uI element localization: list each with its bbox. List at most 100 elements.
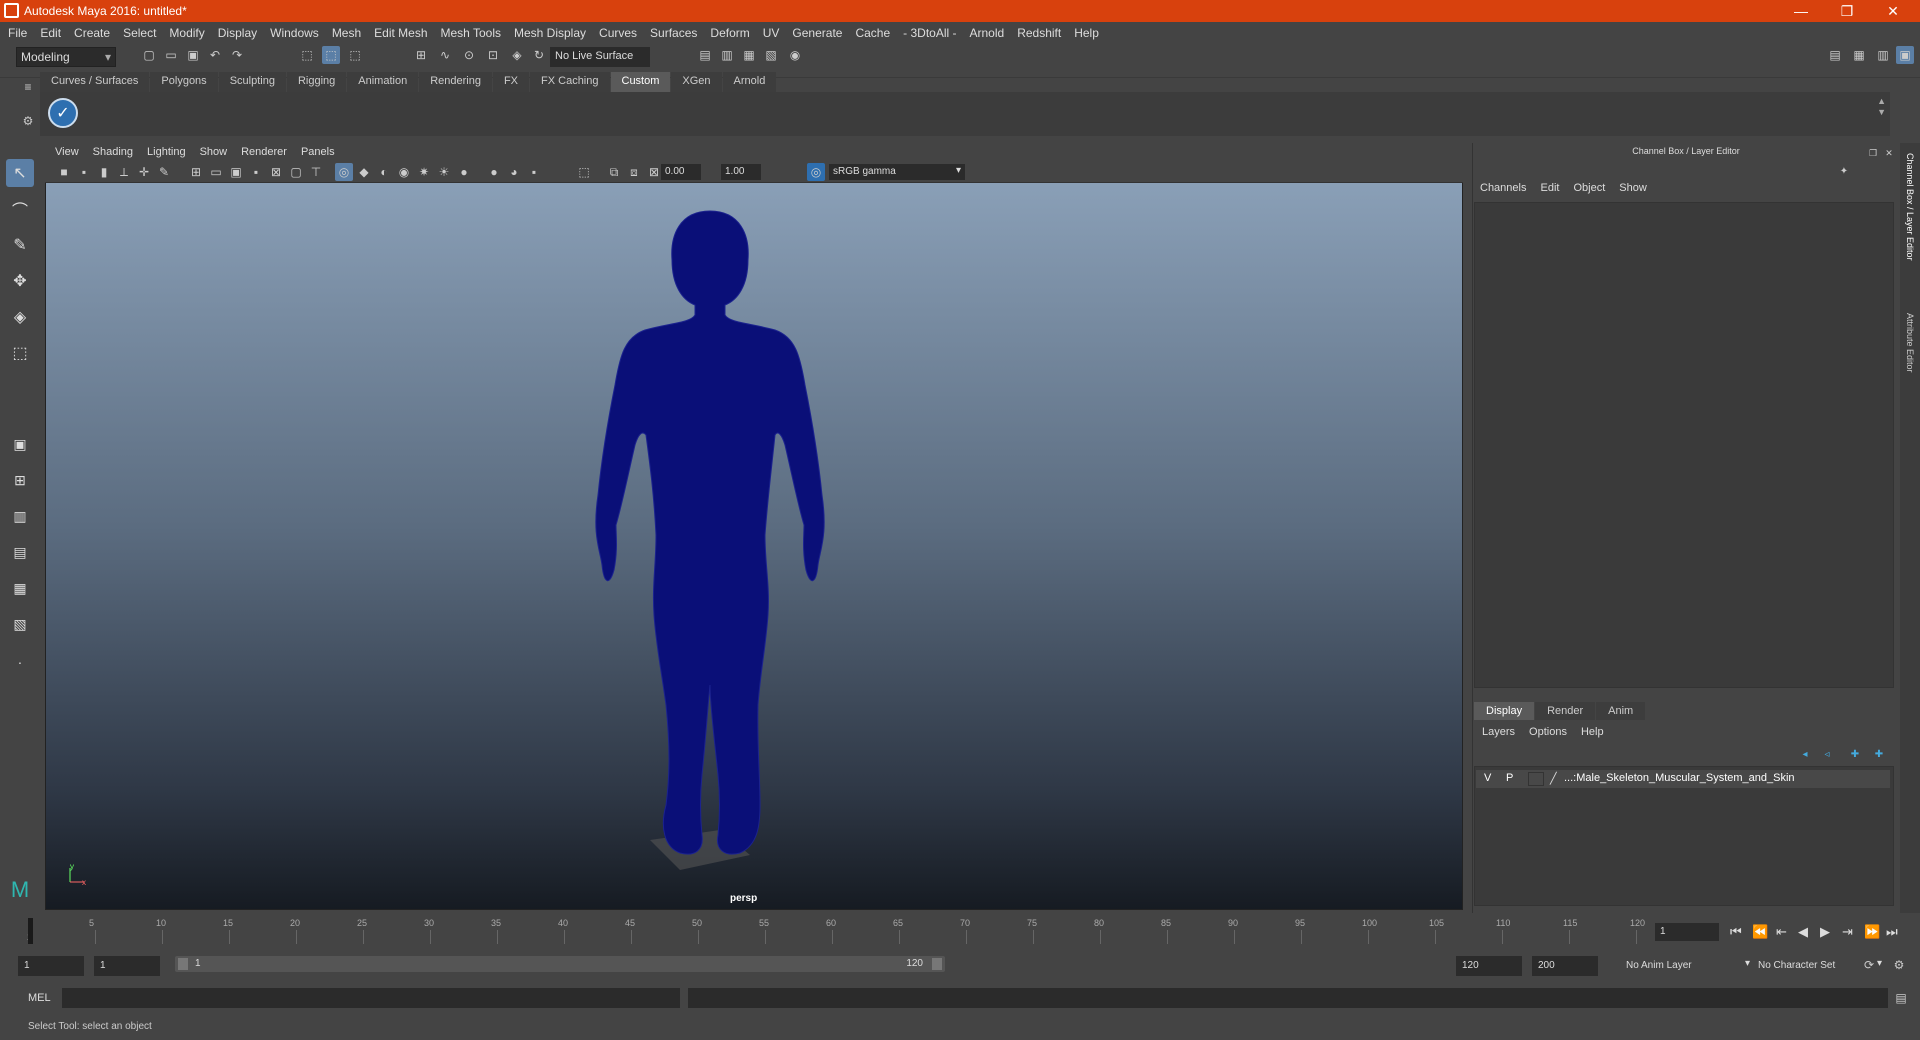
more-layouts-icon[interactable]: ·	[6, 648, 34, 676]
grid-icon[interactable]: ⊞	[187, 163, 205, 181]
menu-cache[interactable]: Cache	[855, 26, 890, 40]
snap-point-icon[interactable]: ⊙	[460, 46, 478, 64]
gate-mask-icon[interactable]: ▪	[247, 163, 265, 181]
color-space-select[interactable]: sRGB gamma ▾	[829, 164, 965, 180]
tab-curves-surfaces[interactable]: Curves / Surfaces	[40, 72, 150, 92]
cb-menu-channels[interactable]: Channels	[1480, 182, 1526, 200]
layer-color-swatch[interactable]: ╱	[1550, 772, 1557, 785]
playback-end-field[interactable]: 120	[1456, 956, 1522, 976]
range-handle-left[interactable]	[178, 958, 188, 970]
xray-icon[interactable]: ⧉	[605, 163, 623, 181]
range-slider[interactable]: 1 120	[175, 956, 945, 972]
hypershade-icon[interactable]: ▧	[762, 46, 780, 64]
render-icon[interactable]: ▤	[696, 46, 714, 64]
menu-file[interactable]: File	[8, 26, 27, 40]
range-handle-right[interactable]	[932, 958, 942, 970]
grease-pencil-icon[interactable]: ✎	[155, 163, 173, 181]
script-editor-icon[interactable]: ▤	[1892, 989, 1910, 1007]
menu-edit[interactable]: Edit	[40, 26, 61, 40]
cb-menu-show[interactable]: Show	[1619, 182, 1647, 200]
tab-animation[interactable]: Animation	[347, 72, 419, 92]
textured-icon[interactable]: ◉	[395, 163, 413, 181]
male-body-mesh[interactable]	[560, 205, 860, 870]
select-component-icon[interactable]: ⬚	[346, 46, 364, 64]
menu-generate[interactable]: Generate	[792, 26, 842, 40]
new-layer-icon[interactable]: ✚	[1846, 745, 1864, 763]
menu-help[interactable]: Help	[1074, 26, 1099, 40]
anti-aliasing-icon[interactable]: ◕	[505, 163, 523, 181]
channel-box-icon[interactable]: ▣	[1896, 46, 1914, 64]
menu-uv[interactable]: UV	[763, 26, 780, 40]
tab-fx[interactable]: FX	[492, 72, 530, 92]
auto-key-icon[interactable]: ⟳	[1860, 956, 1878, 974]
ipr-render-icon[interactable]: ▥	[718, 46, 736, 64]
shelf-settings-icon[interactable]: ⚙	[19, 112, 37, 130]
menu-select[interactable]: Select	[123, 26, 156, 40]
rotate-tool-icon[interactable]: ◈	[6, 303, 34, 331]
move-layer-up-icon[interactable]: ◂	[1796, 745, 1814, 763]
paint-select-tool-icon[interactable]: ✎	[6, 231, 34, 259]
persp-outliner-layout-icon[interactable]: ▦	[6, 574, 34, 602]
move-layer-down-icon[interactable]: ◃	[1818, 745, 1836, 763]
menu-modify[interactable]: Modify	[169, 26, 204, 40]
film-gate-icon[interactable]: ▭	[207, 163, 225, 181]
lights-icon[interactable]: ✷	[415, 163, 433, 181]
menu-arnold[interactable]: Arnold	[970, 26, 1005, 40]
isolate-select-icon[interactable]: ⬚	[575, 163, 593, 181]
current-frame-field[interactable]: 1	[1655, 923, 1719, 941]
menu-edit-mesh[interactable]: Edit Mesh	[374, 26, 427, 40]
four-pane-layout-icon[interactable]: ⊞	[6, 466, 34, 494]
menu-mesh-display[interactable]: Mesh Display	[514, 26, 586, 40]
restore-button[interactable]: ❐	[1824, 0, 1870, 22]
field-chart-icon[interactable]: ⊠	[267, 163, 285, 181]
color-management-icon[interactable]: ◎	[807, 163, 825, 181]
tab-xgen[interactable]: XGen	[671, 72, 722, 92]
playback-start-field[interactable]: 1	[94, 956, 160, 976]
le-menu-layers[interactable]: Layers	[1482, 726, 1515, 738]
tab-sculpting[interactable]: Sculpting	[218, 72, 286, 92]
minimize-button[interactable]: —	[1778, 0, 1824, 22]
snap-surface-icon[interactable]: ◈	[508, 46, 526, 64]
animation-end-field[interactable]: 200	[1532, 956, 1598, 976]
new-scene-icon[interactable]: ▢	[140, 46, 158, 64]
menu-mesh[interactable]: Mesh	[332, 26, 361, 40]
animation-start-field[interactable]: 1	[18, 956, 84, 976]
snap-grid-icon[interactable]: ⊞	[412, 46, 430, 64]
tab-display[interactable]: Display	[1474, 702, 1535, 720]
layer-playback-toggle[interactable]: P	[1506, 772, 1513, 784]
two-d-pan-icon[interactable]: ✛	[135, 163, 153, 181]
live-surface-field[interactable]: No Live Surface	[550, 47, 650, 67]
viewport-menu-shading[interactable]: Shading	[93, 146, 133, 158]
tab-anim[interactable]: Anim	[1596, 702, 1646, 720]
menu-display[interactable]: Display	[218, 26, 257, 40]
viewport-menu-panels[interactable]: Panels	[301, 146, 335, 158]
render-settings-icon[interactable]: ▦	[740, 46, 758, 64]
menu-curves[interactable]: Curves	[599, 26, 637, 40]
layer-type-toggle[interactable]	[1528, 772, 1544, 786]
le-menu-help[interactable]: Help	[1581, 726, 1604, 738]
menu-3dtoall[interactable]: - 3DtoAll -	[903, 26, 956, 40]
select-hierarchy-icon[interactable]: ⬚	[298, 46, 316, 64]
checkmark-shelf-icon[interactable]: ✓	[48, 98, 78, 128]
layer-row[interactable]: V P ╱ ...:Male_Skeleton_Muscular_System_…	[1476, 770, 1890, 788]
close-button[interactable]: ✕	[1870, 0, 1916, 22]
scale-tool-icon[interactable]: ⬚	[6, 339, 34, 367]
tab-arnold[interactable]: Arnold	[722, 72, 777, 92]
wireframe-on-shaded-icon[interactable]: ◐	[375, 163, 393, 181]
menu-redshift[interactable]: Redshift	[1017, 26, 1061, 40]
attribute-editor-icon[interactable]: ▦	[1850, 46, 1868, 64]
character-set-select[interactable]: No Character Set ▾	[1752, 956, 1882, 976]
tab-rendering[interactable]: Rendering	[419, 72, 492, 92]
select-tool-icon[interactable]: ↖	[6, 159, 34, 187]
undo-icon[interactable]: ↶	[206, 46, 224, 64]
tab-fx-caching[interactable]: FX Caching	[530, 72, 610, 92]
tab-render[interactable]: Render	[1535, 702, 1596, 720]
new-layer-selected-icon[interactable]: ✚	[1870, 745, 1888, 763]
viewport-menu-show[interactable]: Show	[200, 146, 228, 158]
select-object-icon[interactable]: ⬚	[322, 46, 340, 64]
tab-custom[interactable]: Custom	[610, 72, 671, 92]
animation-preferences-icon[interactable]: ⚙	[1890, 956, 1908, 974]
smooth-shade-icon[interactable]: ◆	[355, 163, 373, 181]
step-forward-frame-icon[interactable]: ⇥	[1842, 924, 1853, 940]
menu-windows[interactable]: Windows	[270, 26, 319, 40]
